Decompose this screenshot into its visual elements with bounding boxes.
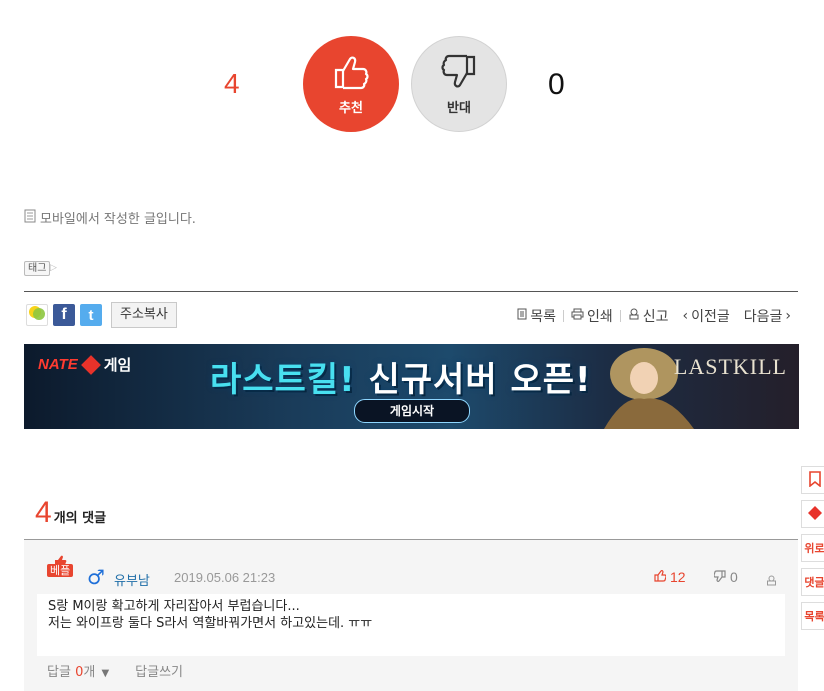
banner-brand: NATE 게임 [38, 354, 131, 375]
copy-url-button[interactable]: 주소복사 [111, 302, 177, 328]
print-button[interactable]: 인쇄 [564, 306, 620, 326]
mobile-note: 모바일에서 작성한 글입니다. [24, 208, 196, 227]
best-comment-badge: 베플 [47, 552, 74, 577]
reply-label: 답글 [47, 665, 71, 680]
comment-like-count: 12 [670, 569, 686, 585]
reply-unit: 개 [83, 665, 96, 680]
twitter-icon: t [88, 306, 94, 324]
upvote-label: 추천 [339, 100, 363, 116]
game-ad-banner[interactable]: NATE 게임 라스트킬! 신규서버 오픈! 게임시작 LASTKILL [24, 344, 799, 429]
prev-label: 이전글 [691, 309, 730, 325]
comment-body: S랑 M이랑 확고하게 자리잡아서 부럽습니다... 저는 와이프랑 둘다 S라… [37, 594, 785, 656]
comment-count-label: 개의 댓글 [53, 511, 107, 526]
banner-headline-part1: 라스트킬! [210, 360, 356, 400]
post-tools: 목록 인쇄 신고 ‹ 이전글 다음글 › [510, 306, 798, 326]
content-divider [24, 291, 798, 292]
downvote-button[interactable]: 반대 [411, 36, 507, 132]
thumbs-down-icon [713, 569, 726, 585]
nate-logo: NATE [38, 356, 78, 373]
downvote-label: 반대 [447, 100, 471, 116]
thumbs-down-icon [439, 53, 479, 95]
upvote-count: 4 [224, 68, 240, 99]
mobile-icon [24, 209, 36, 227]
tag-arrow-icon: ▷ [50, 263, 57, 273]
next-post-button[interactable]: 다음글 › [737, 306, 798, 326]
list-icon [517, 308, 527, 324]
thumbs-up-icon [654, 569, 667, 585]
report-button[interactable]: 신고 [621, 306, 676, 326]
quick-sidebar: 위로 댓글 목록 [801, 466, 824, 630]
reply-write-button[interactable]: 답글쓰기 [135, 661, 183, 680]
facebook-share-button[interactable]: f [53, 304, 75, 326]
mobile-note-text: 모바일에서 작성한 글입니다. [40, 212, 196, 227]
downvote-count: 0 [548, 68, 565, 101]
gem-icon [807, 505, 823, 524]
best-badge-label: 베플 [47, 564, 74, 577]
comment-dislike-button[interactable]: 0 [713, 569, 738, 585]
list-button[interactable]: 목록 [510, 306, 563, 326]
next-label: 다음글 [743, 309, 783, 325]
comment-date: 2019.05.06 21:23 [174, 570, 276, 585]
twitter-share-button[interactable]: t [80, 304, 102, 326]
report-label: 신고 [642, 309, 669, 325]
report-icon [766, 571, 777, 590]
comment-author[interactable]: 유부남 [114, 570, 150, 589]
nate-gem-icon [80, 354, 101, 375]
comment-body-line: 저는 와이프랑 둘다 S라서 역할바꿔가면서 하고있는데. ㅠㅠ [48, 616, 373, 631]
caret-down-icon: ▼ [101, 668, 110, 679]
banner-headline: 라스트킬! 신규서버 오픈! [210, 352, 592, 401]
prev-post-button[interactable]: ‹ 이전글 [676, 306, 737, 326]
bookmark-icon [808, 470, 822, 490]
comment-count-number: 4 [35, 496, 52, 529]
list-label: 목록 [530, 309, 556, 325]
thumbs-up-icon [53, 552, 67, 566]
share-row: f t 주소복사 [26, 302, 177, 328]
upvote-button[interactable]: 추천 [303, 36, 399, 132]
comment-report-button[interactable] [766, 571, 777, 590]
bookmark-button[interactable] [801, 466, 824, 494]
comment-like-button[interactable]: 12 [654, 569, 686, 585]
scroll-top-button[interactable]: 위로 [801, 534, 824, 562]
male-gender-icon: ♂ [87, 565, 105, 589]
reply-toggle[interactable]: 답글 0개 ▼ [47, 661, 109, 680]
banner-headline-part2: 신규서버 오픈! [368, 360, 592, 400]
banner-start-button[interactable]: 게임시작 [354, 399, 470, 423]
print-label: 인쇄 [586, 309, 613, 325]
chevron-left-icon: ‹ [682, 308, 689, 324]
print-icon [571, 308, 584, 324]
kakao-share-button[interactable] [26, 304, 48, 326]
comment-count: 4 개의 댓글 [35, 496, 106, 530]
go-comments-button[interactable]: 댓글 [801, 568, 824, 596]
tag-label: 태그 [24, 261, 51, 276]
gem-button[interactable] [801, 500, 824, 528]
chevron-right-icon: › [785, 308, 791, 324]
banner-game-logo: LASTKILL [673, 354, 787, 379]
go-list-button[interactable]: 목록 [801, 602, 824, 630]
report-icon [628, 308, 640, 324]
comment-dislike-count: 0 [730, 569, 738, 585]
kakao-icon [28, 305, 46, 325]
thumbs-up-icon [331, 53, 371, 95]
comment-body-line: S랑 M이랑 확고하게 자리잡아서 부럽습니다... [48, 599, 300, 614]
facebook-icon: f [61, 306, 67, 323]
reply-row: 답글 0개 ▼ 답글쓰기 [47, 661, 183, 680]
banner-brand-suffix: 게임 [103, 357, 132, 374]
